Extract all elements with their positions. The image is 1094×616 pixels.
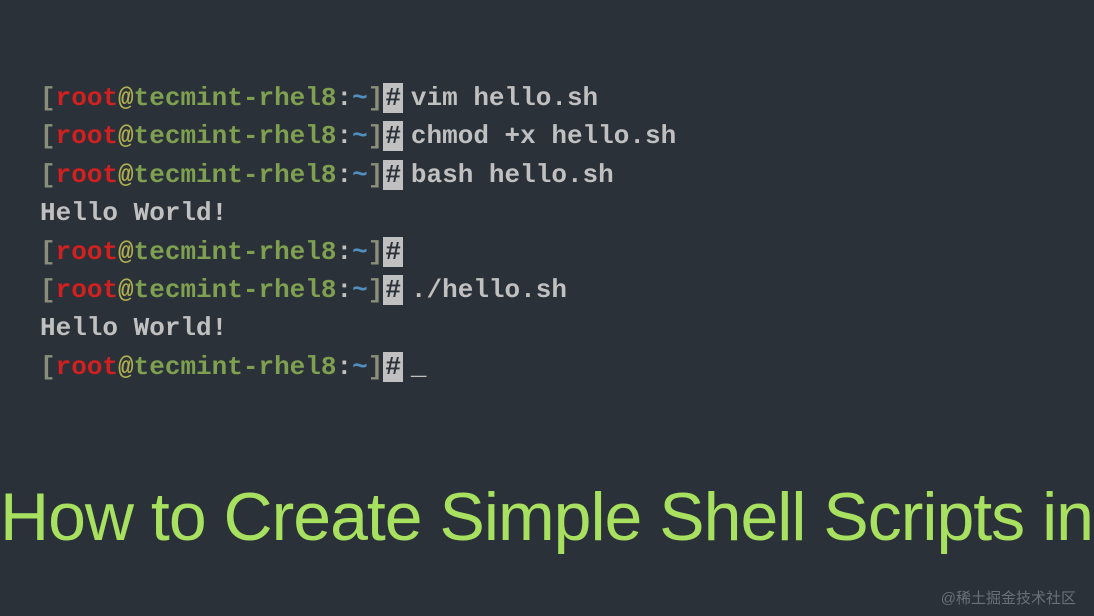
prompt-bracket: [	[40, 121, 56, 151]
prompt-bracket: [	[40, 237, 56, 267]
prompt-path: ~	[352, 160, 368, 190]
prompt-bracket: [	[40, 160, 56, 190]
prompt-path: ~	[352, 275, 368, 305]
prompt-hash: #	[383, 352, 403, 382]
prompt-user: root	[56, 275, 118, 305]
prompt-host: tecmint-rhel8	[134, 237, 337, 267]
terminal-output: [root@tecmint-rhel8:~]#vim hello.sh [roo…	[0, 0, 1094, 385]
page-title: How to Create Simple Shell Scripts in Li…	[0, 478, 1094, 556]
command-text: ./hello.sh	[403, 275, 567, 305]
terminal-line: Hello World!	[40, 195, 1094, 231]
command-text: bash hello.sh	[403, 160, 614, 190]
prompt-colon: :	[336, 352, 352, 382]
prompt-user: root	[56, 237, 118, 267]
prompt-hash: #	[383, 275, 403, 305]
prompt-user: root	[56, 352, 118, 382]
terminal-line: [root@tecmint-rhel8:~]#vim hello.sh	[40, 80, 1094, 116]
prompt-host: tecmint-rhel8	[134, 352, 337, 382]
terminal-line: [root@tecmint-rhel8:~]#_	[40, 349, 1094, 385]
prompt-at: @	[118, 160, 134, 190]
prompt-at: @	[118, 237, 134, 267]
terminal-line: [root@tecmint-rhel8:~]#./hello.sh	[40, 272, 1094, 308]
prompt-at: @	[118, 352, 134, 382]
prompt-colon: :	[336, 83, 352, 113]
prompt-at: @	[118, 275, 134, 305]
prompt-colon: :	[336, 121, 352, 151]
terminal-line: [root@tecmint-rhel8:~]#bash hello.sh	[40, 157, 1094, 193]
prompt-hash: #	[383, 237, 403, 267]
prompt-colon: :	[336, 275, 352, 305]
prompt-host: tecmint-rhel8	[134, 275, 337, 305]
terminal-line: Hello World!	[40, 310, 1094, 346]
prompt-bracket: [	[40, 275, 56, 305]
prompt-colon: :	[336, 160, 352, 190]
output-text: Hello World!	[40, 313, 227, 343]
prompt-host: tecmint-rhel8	[134, 83, 337, 113]
prompt-user: root	[56, 83, 118, 113]
prompt-path: ~	[352, 121, 368, 151]
prompt-colon: :	[336, 237, 352, 267]
prompt-at: @	[118, 121, 134, 151]
prompt-path: ~	[352, 237, 368, 267]
prompt-user: root	[56, 121, 118, 151]
prompt-at: @	[118, 83, 134, 113]
prompt-path: ~	[352, 83, 368, 113]
prompt-host: tecmint-rhel8	[134, 160, 337, 190]
prompt-hash: #	[383, 121, 403, 151]
prompt-bracket: ]	[368, 352, 384, 382]
prompt-bracket: ]	[368, 275, 384, 305]
terminal-line: [root@tecmint-rhel8:~]#	[40, 234, 1094, 270]
output-text: Hello World!	[40, 198, 227, 228]
prompt-bracket: [	[40, 352, 56, 382]
command-text	[403, 237, 411, 267]
cursor: _	[403, 352, 427, 382]
prompt-bracket: ]	[368, 237, 384, 267]
prompt-host: tecmint-rhel8	[134, 121, 337, 151]
prompt-bracket: ]	[368, 121, 384, 151]
prompt-bracket: [	[40, 83, 56, 113]
watermark: @稀土掘金技术社区	[941, 587, 1076, 608]
command-text: chmod +x hello.sh	[403, 121, 676, 151]
prompt-bracket: ]	[368, 83, 384, 113]
terminal-line: [root@tecmint-rhel8:~]#chmod +x hello.sh	[40, 118, 1094, 154]
command-text: vim hello.sh	[403, 83, 598, 113]
prompt-hash: #	[383, 83, 403, 113]
prompt-user: root	[56, 160, 118, 190]
prompt-hash: #	[383, 160, 403, 190]
prompt-bracket: ]	[368, 160, 384, 190]
prompt-path: ~	[352, 352, 368, 382]
